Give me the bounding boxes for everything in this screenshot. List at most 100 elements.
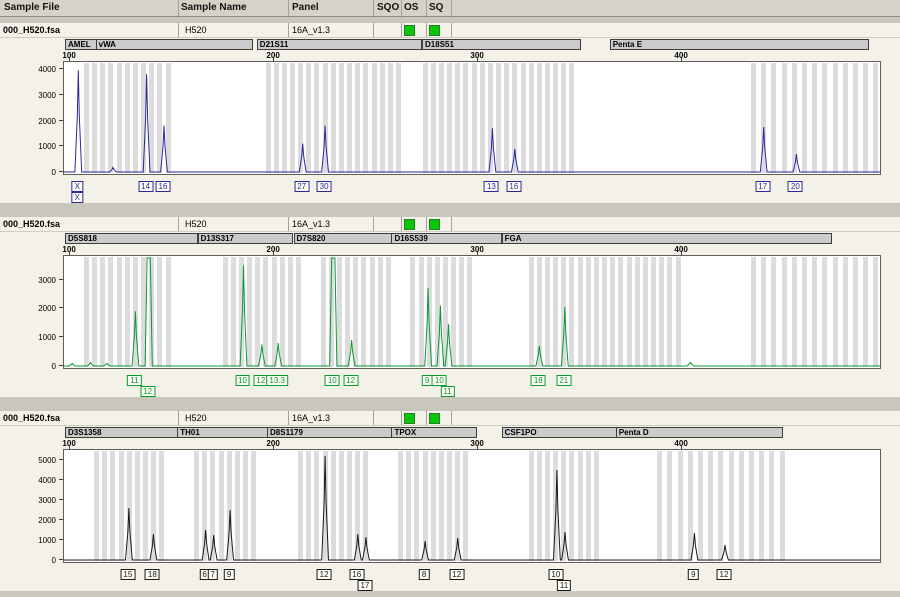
y-axis-tick-label: 3000 [14, 276, 56, 285]
electropherogram-plot[interactable] [63, 61, 881, 175]
allele-label[interactable]: 14 [138, 181, 153, 192]
y-axis-tick-label: 2000 [14, 117, 56, 126]
sample-name: H520 [185, 25, 207, 35]
allele-label[interactable]: 17 [755, 181, 770, 192]
allele-label[interactable]: 16 [506, 181, 521, 192]
sample-panel-1: 000_H520.fsaH52016A_v1.3AMELvWAD21S11D18… [0, 23, 900, 203]
column-separator [288, 0, 289, 16]
column-header-panel: Panel [292, 2, 319, 13]
column-separator [451, 411, 452, 425]
marker-label-d3s1358[interactable]: D3S1358 [65, 427, 179, 438]
column-separator [401, 217, 402, 231]
column-separator [426, 411, 427, 425]
allele-label[interactable]: 27 [294, 181, 309, 192]
column-separator [426, 217, 427, 231]
marker-bar-row: D3S1358TH01D8S1179TPOX CSF1POPenta D [0, 426, 900, 439]
marker-label-d13s317[interactable]: D13S317 [198, 233, 294, 244]
column-separator [373, 0, 374, 16]
electropherogram-plot[interactable] [63, 449, 881, 563]
y-axis-tick-label: 4000 [14, 476, 56, 485]
allele-label[interactable]: X [72, 181, 83, 192]
marker-bar-row: D5S818D13S317D7S820D16S539FGA [0, 232, 900, 245]
sample-name: H520 [185, 413, 207, 423]
marker-label-vwa[interactable]: vWA [96, 39, 253, 50]
marker-label-d16s539[interactable]: D16S539 [391, 233, 501, 244]
marker-label-d5s818[interactable]: D5S818 [65, 233, 198, 244]
allele-label-row: XX1416273013161720 [0, 179, 900, 206]
sample-row[interactable]: 000_H520.fsaH52016A_v1.3 [0, 411, 900, 426]
marker-label-d18s51[interactable]: D18S51 [422, 39, 581, 50]
allele-label[interactable]: 9 [422, 375, 432, 386]
allele-label[interactable]: 20 [788, 181, 803, 192]
column-separator [178, 0, 179, 16]
sq-pass-indicator [429, 219, 440, 230]
y-axis-tick-label: 2000 [14, 304, 56, 313]
column-header-sq: SQ [429, 2, 443, 13]
os-pass-indicator [404, 413, 415, 424]
marker-label-penta-e[interactable]: Penta E [610, 39, 869, 50]
allele-label[interactable]: 18 [531, 375, 546, 386]
marker-label-csf1po[interactable]: CSF1PO [502, 427, 618, 438]
allele-label[interactable]: 12 [317, 569, 332, 580]
y-axis-tick-label: 1000 [14, 536, 56, 545]
marker-label-amel[interactable]: AMEL [65, 39, 98, 50]
panel-name: 16A_v1.3 [292, 25, 330, 35]
y-axis-tick-label: 1000 [14, 142, 56, 151]
column-separator [373, 411, 374, 425]
allele-label[interactable]: 17 [357, 580, 372, 591]
sq-pass-indicator [429, 25, 440, 36]
allele-label[interactable]: 30 [317, 181, 332, 192]
allele-label[interactable]: 10 [432, 375, 447, 386]
y-axis-tick-label: 1000 [14, 333, 56, 342]
column-header-sample-name: Sample Name [181, 2, 247, 13]
allele-label[interactable]: 10 [325, 375, 340, 386]
column-separator [426, 0, 427, 16]
column-header-sqo: SQO [377, 2, 399, 13]
plot-area-wrap: 0100020003000 [0, 255, 900, 373]
allele-label[interactable]: 13.3 [266, 375, 288, 386]
allele-label[interactable]: 7 [208, 569, 218, 580]
marker-label-tpox[interactable]: TPOX [391, 427, 477, 438]
allele-label[interactable]: 10 [235, 375, 250, 386]
allele-label[interactable]: 8 [419, 569, 429, 580]
marker-label-d8s1179[interactable]: D8S1179 [267, 427, 393, 438]
allele-label[interactable]: 12 [140, 386, 155, 397]
column-header-sample-file: Sample File [4, 2, 60, 13]
allele-label[interactable]: 9 [688, 569, 698, 580]
column-separator [288, 217, 289, 231]
allele-label[interactable]: 11 [440, 386, 454, 397]
size-scale-row: 100200300400 [0, 439, 900, 449]
allele-label[interactable]: 13 [484, 181, 499, 192]
allele-label[interactable]: 12 [449, 569, 464, 580]
column-separator [451, 0, 452, 16]
allele-label[interactable]: X [72, 192, 83, 203]
allele-label[interactable]: 12 [343, 375, 358, 386]
sample-row[interactable]: 000_H520.fsaH52016A_v1.3 [0, 217, 900, 232]
electropherogram-panels: 000_H520.fsaH52016A_v1.3AMELvWAD21S11D18… [0, 23, 900, 591]
marker-label-th01[interactable]: TH01 [177, 427, 269, 438]
y-axis-tick-label: 0 [14, 168, 56, 177]
allele-label[interactable]: 18 [145, 569, 160, 580]
allele-label[interactable]: 15 [120, 569, 135, 580]
column-separator [451, 23, 452, 37]
marker-label-d21s11[interactable]: D21S11 [257, 39, 422, 50]
column-separator [373, 217, 374, 231]
panel-name: 16A_v1.3 [292, 219, 330, 229]
allele-label[interactable]: 10 [548, 569, 563, 580]
column-separator [401, 411, 402, 425]
electropherogram-plot[interactable] [63, 255, 881, 369]
allele-label[interactable]: 16 [156, 181, 171, 192]
marker-label-fga[interactable]: FGA [502, 233, 832, 244]
marker-label-d7s820[interactable]: D7S820 [294, 233, 394, 244]
sample-row[interactable]: 000_H520.fsaH52016A_v1.3 [0, 23, 900, 38]
allele-label[interactable]: 11 [127, 375, 141, 386]
allele-label[interactable]: 12 [717, 569, 732, 580]
os-pass-indicator [404, 25, 415, 36]
allele-label[interactable]: 16 [349, 569, 364, 580]
allele-label[interactable]: 11 [557, 580, 571, 591]
column-header-os: OS [404, 2, 418, 13]
allele-label[interactable]: 21 [556, 375, 571, 386]
allele-label[interactable]: 9 [224, 569, 234, 580]
sample-file-name: 000_H520.fsa [3, 413, 60, 423]
marker-label-penta-d[interactable]: Penta D [616, 427, 783, 438]
